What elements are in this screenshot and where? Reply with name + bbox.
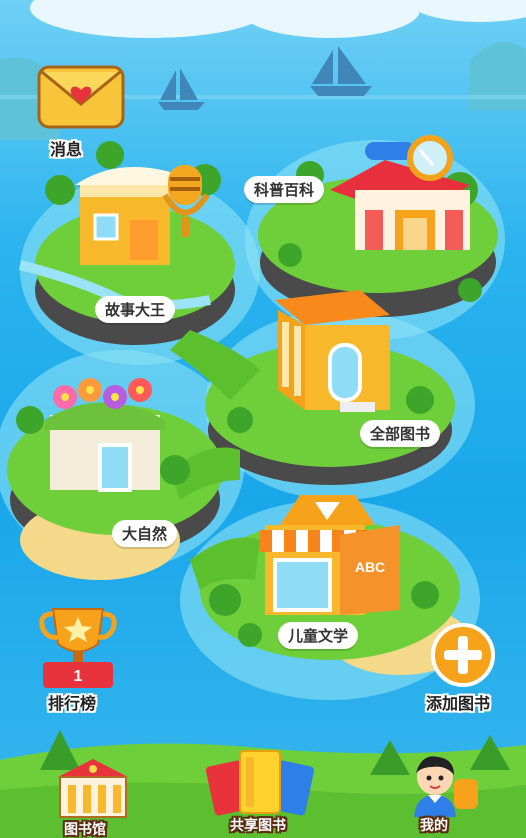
nav-label-mine: 我的	[420, 818, 448, 834]
nav-item-mine[interactable]: 我的	[402, 751, 492, 838]
library-building-icon	[275, 290, 390, 412]
bottom-nav: 图书馆 共享图书 我的	[0, 745, 526, 838]
ranking-label: 排行榜	[48, 694, 97, 713]
nav-item-shared[interactable]: 共享图书	[200, 745, 320, 838]
abc-sign: ABC	[355, 559, 385, 575]
nature-building[interactable]	[40, 375, 170, 495]
microphone-house-icon	[75, 165, 210, 265]
sailboat-icon	[158, 68, 205, 110]
map-screen: ABC 科普百科 故事大王 全部图书 大自然 儿童文学 消息 1 排行榜 添加图…	[0, 0, 526, 838]
science-building[interactable]	[325, 130, 485, 260]
island-label-stories[interactable]: 故事大王	[95, 296, 176, 323]
nav-label-shared: 共享图书	[230, 818, 286, 834]
observatory-building-icon	[330, 135, 470, 250]
books-icon	[205, 750, 315, 816]
messages-button[interactable]: 消息	[36, 64, 126, 164]
trophy-icon: 1	[39, 608, 117, 688]
library-building[interactable]	[270, 290, 395, 420]
envelope-heart-icon	[37, 65, 125, 129]
island-label-nature[interactable]: 大自然	[112, 520, 178, 547]
nav-label-library: 图书馆	[64, 822, 106, 838]
sailboat-icon	[310, 46, 372, 96]
messages-label: 消息	[50, 140, 83, 159]
island-label-children[interactable]: 儿童文学	[278, 622, 359, 649]
island-label-science[interactable]: 科普百科	[244, 176, 325, 203]
nav-item-library[interactable]: 图书馆	[48, 757, 138, 838]
podium-number: 1	[74, 668, 83, 685]
add-book-button[interactable]: 添加图书	[422, 622, 522, 717]
island-label-all-books[interactable]: 全部图书	[360, 420, 441, 447]
children-shop[interactable]: ABC	[255, 490, 405, 620]
add-book-label: 添加图书	[426, 694, 491, 713]
ranking-button[interactable]: 1 排行榜	[38, 604, 118, 714]
story-building[interactable]	[70, 155, 220, 275]
library-icon	[58, 759, 128, 818]
abc-shop-icon: ABC	[260, 495, 400, 615]
plus-icon	[431, 623, 495, 687]
avatar-icon	[414, 756, 478, 817]
flower-house-icon	[45, 378, 165, 492]
